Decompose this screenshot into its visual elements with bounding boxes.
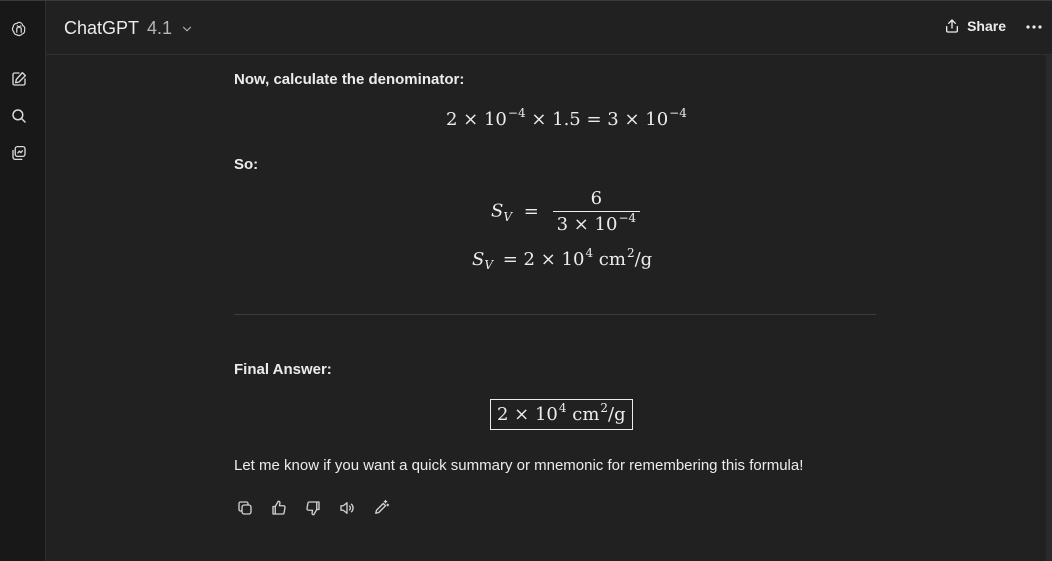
eq2-fraction: 6 3 × 10−4 xyxy=(552,188,641,235)
message-actions xyxy=(234,497,392,519)
final-unit-tail: /g xyxy=(608,404,626,425)
openai-logo-icon[interactable] xyxy=(9,19,29,39)
eq2-denominator: 3 × 10−4 xyxy=(552,211,641,235)
read-aloud-icon xyxy=(340,502,354,514)
more-options-button[interactable] xyxy=(1024,19,1044,35)
chevron-down-icon xyxy=(182,26,192,31)
eq3-lhs-sub: V xyxy=(484,258,494,272)
search-icon[interactable] xyxy=(9,106,29,126)
eq1-exp-a: −4 xyxy=(507,106,526,120)
eq3-rhs: = 2 × 10 xyxy=(502,249,585,270)
eq3-unit-exp: 2 xyxy=(626,246,635,260)
eq2-denominator-base: 3 × 10 xyxy=(556,214,618,235)
so-text: So: xyxy=(234,156,259,173)
thumbs-down-icon xyxy=(306,501,320,516)
eq3-unit: cm xyxy=(593,249,626,270)
eq1-part-a: 2 × 10 xyxy=(446,109,507,130)
eq3-unit-tail: /g xyxy=(634,249,653,270)
eq2-denominator-exp: −4 xyxy=(618,211,637,225)
model-selector[interactable]: ChatGPT 4.1 xyxy=(64,18,194,39)
share-label: Share xyxy=(967,18,1006,34)
share-button[interactable]: Share xyxy=(944,18,1006,34)
equation-denominator: 2 × 10−4 × 1.5 = 3 × 10−4 xyxy=(446,106,687,130)
final-value-exp: 4 xyxy=(558,401,567,415)
final-answer-label: Final Answer: xyxy=(234,361,332,378)
copy-button[interactable] xyxy=(234,497,256,519)
copy-icon xyxy=(238,501,252,515)
model-name: ChatGPT xyxy=(64,18,140,38)
eq2-lhs-sub: V xyxy=(503,209,513,224)
model-version: 4.1 xyxy=(147,18,173,38)
final-unit-exp: 2 xyxy=(600,401,609,415)
intro-text: Now, calculate the denominator: xyxy=(234,71,465,88)
equation-sv-fraction: SV = 6 3 × 10−4 xyxy=(491,188,641,235)
read-aloud-button[interactable] xyxy=(336,497,358,519)
thumbs-up-icon xyxy=(272,500,286,515)
thumbs-down-button[interactable] xyxy=(302,497,324,519)
final-answer-box: 2 × 104 cm2/g xyxy=(490,399,633,430)
final-unit: cm xyxy=(566,404,600,425)
eq2-numerator: 6 xyxy=(590,188,603,209)
scrollbar-track[interactable] xyxy=(1046,55,1052,561)
library-icon[interactable] xyxy=(9,143,29,163)
share-icon xyxy=(946,19,959,33)
section-divider xyxy=(234,314,876,315)
eq2-lhs-var: S xyxy=(491,200,504,222)
edit-in-canvas-button[interactable] xyxy=(370,497,392,519)
sidebar-rail xyxy=(0,1,46,561)
thumbs-up-button[interactable] xyxy=(268,497,290,519)
eq3-rhs-exp: 4 xyxy=(585,246,594,260)
eq1-part-b: × 1.5 = 3 × 10 xyxy=(525,109,669,130)
eq3-lhs-var: S xyxy=(472,249,485,270)
closing-text: Let me know if you want a quick summary … xyxy=(234,457,804,474)
edit-icon xyxy=(375,499,390,514)
eq2-equals: = xyxy=(523,200,539,222)
chat-header: ChatGPT 4.1 Share xyxy=(46,1,1052,55)
eq1-exp-b: −4 xyxy=(669,106,687,120)
final-value: 2 × 10 xyxy=(497,404,558,425)
new-chat-icon[interactable] xyxy=(9,69,29,89)
equation-sv-result: SV = 2 × 104 cm2/g xyxy=(472,246,653,272)
ellipsis-icon xyxy=(1026,25,1042,29)
